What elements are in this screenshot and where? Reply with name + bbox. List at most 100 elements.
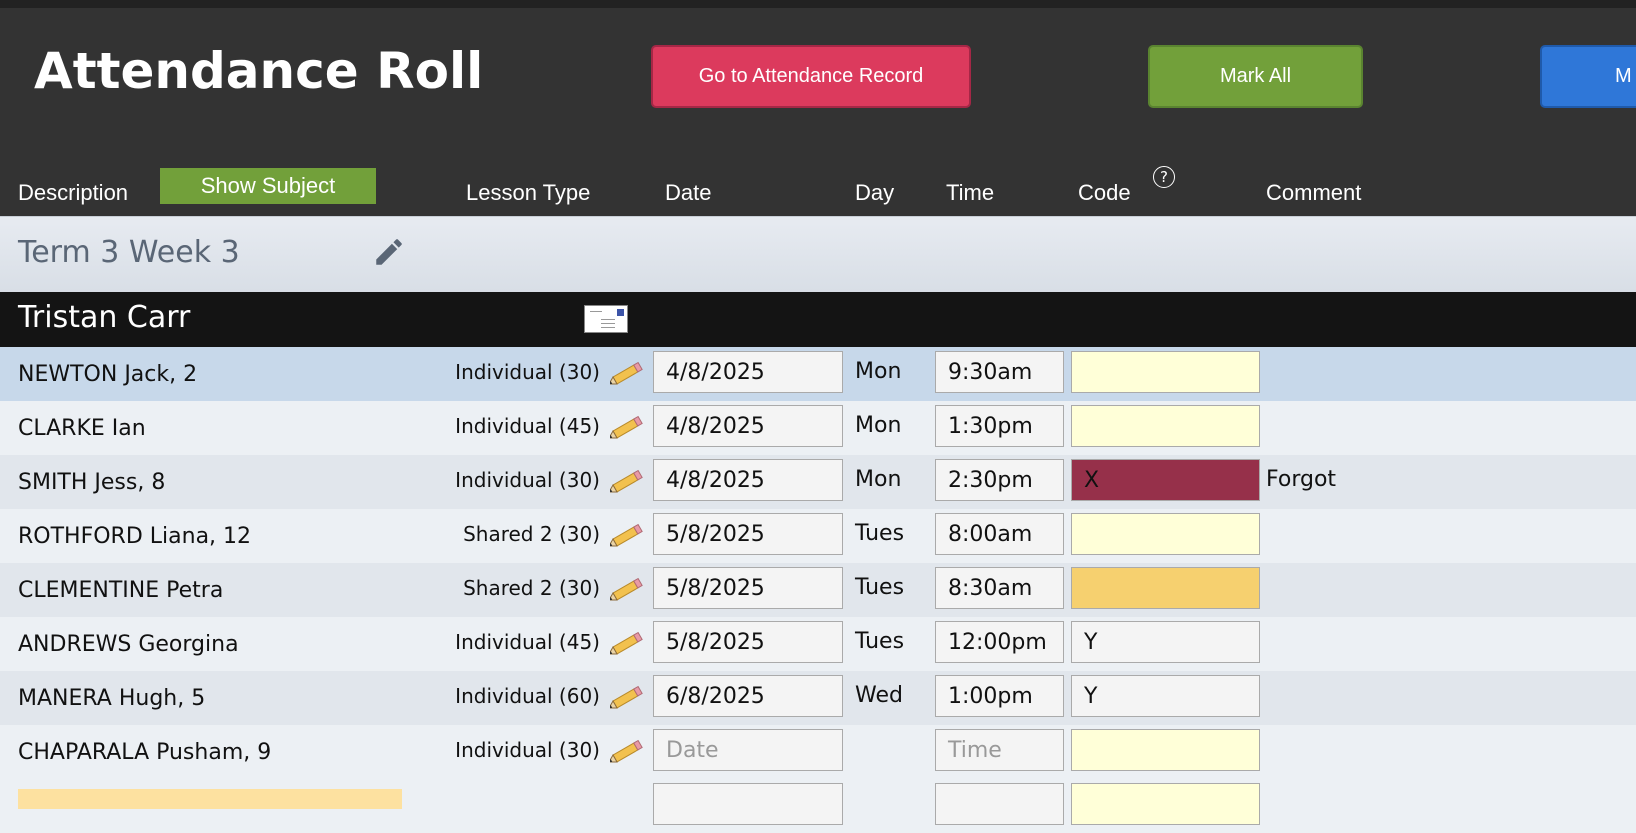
column-date: Date	[665, 180, 712, 205]
day-value: Mon	[855, 467, 902, 492]
time-value: 8:30am	[948, 575, 1033, 601]
code-field[interactable]: X	[1071, 459, 1260, 501]
time-field[interactable]: 2:30pm	[935, 459, 1064, 501]
code-field[interactable]	[1071, 729, 1260, 771]
column-lesson-type: Lesson Type	[466, 180, 591, 205]
day-value: Mon	[855, 413, 902, 438]
table-row[interactable]: ANDREWS Georgina Individual (45) 5/8/2025 T…	[0, 617, 1636, 671]
date-value: 4/8/2025	[666, 467, 765, 493]
code-field[interactable]	[1071, 405, 1260, 447]
lesson-type: Individual (45)	[455, 630, 600, 654]
student-name: ANDREWS Georgina	[18, 632, 239, 657]
attendance-rows: NEWTON Jack, 2 Individual (30) 4/8/2025 Mon…	[0, 347, 1636, 833]
table-row[interactable]: MANERA Hugh, 5 Individual (60) 6/8/2025 Wed…	[0, 671, 1636, 725]
comment-value[interactable]: Forgot	[1266, 467, 1336, 492]
code-field[interactable]	[1071, 567, 1260, 609]
code-field[interactable]: Y	[1071, 621, 1260, 663]
time-field[interactable]	[935, 783, 1064, 825]
edit-lesson-pencil-icon[interactable]	[608, 521, 646, 553]
lesson-type: Individual (45)	[455, 414, 600, 438]
date-field[interactable]: Date	[653, 729, 843, 771]
more-button[interactable]: M	[1540, 45, 1636, 108]
column-day: Day	[855, 180, 895, 205]
time-field[interactable]: 1:00pm	[935, 675, 1064, 717]
edit-lesson-pencil-icon[interactable]	[608, 737, 646, 769]
time-value: 2:30pm	[948, 467, 1033, 493]
student-name: MANERA Hugh, 5	[18, 686, 206, 711]
day-value: Tues	[855, 521, 905, 546]
date-field[interactable]: 5/8/2025	[653, 621, 843, 663]
time-field[interactable]: Time	[935, 729, 1064, 771]
time-field[interactable]: 8:30am	[935, 567, 1064, 609]
date-value: 5/8/2025	[666, 521, 765, 547]
help-icon[interactable]: ?	[1153, 166, 1175, 188]
edit-lesson-pencil-icon[interactable]	[608, 575, 646, 607]
code-field[interactable]: Y	[1071, 675, 1260, 717]
day-value: Mon	[855, 359, 902, 384]
time-field[interactable]: 9:30am	[935, 351, 1064, 393]
edit-pencil-icon[interactable]	[372, 235, 406, 273]
date-value: 4/8/2025	[666, 413, 765, 439]
lesson-type: Shared 2 (30)	[463, 576, 600, 600]
table-row[interactable]: CLARKE Ian Individual (45) 4/8/2025 Mon 1:30…	[0, 401, 1636, 455]
day-value: Tues	[855, 575, 905, 600]
teacher-name: Tristan Carr	[18, 300, 191, 335]
student-name: CLARKE Ian	[18, 416, 146, 441]
date-field[interactable]	[653, 783, 843, 825]
date-field[interactable]: 5/8/2025	[653, 567, 843, 609]
column-code: Code	[1078, 180, 1131, 205]
show-subject-button[interactable]: Show Subject	[160, 168, 376, 204]
date-value: 4/8/2025	[666, 359, 765, 385]
column-time: Time	[946, 180, 995, 205]
table-row[interactable]: CLEMENTINE Petra Shared 2 (30) 5/8/2025 Tue…	[0, 563, 1636, 617]
time-value: 1:30pm	[948, 413, 1033, 439]
edit-lesson-pencil-icon[interactable]	[608, 413, 646, 445]
date-field[interactable]: 4/8/2025	[653, 405, 843, 447]
code-field[interactable]	[1071, 351, 1260, 393]
code-field[interactable]	[1071, 783, 1260, 825]
term-week-bar: Term 3 Week 3	[0, 216, 1636, 293]
time-field[interactable]: 1:30pm	[935, 405, 1064, 447]
time-value: 8:00am	[948, 521, 1033, 547]
go-to-attendance-record-button[interactable]: Go to Attendance Record	[651, 45, 971, 108]
date-field[interactable]: 4/8/2025	[653, 459, 843, 501]
table-row[interactable]: NEWTON Jack, 2 Individual (30) 4/8/2025 Mon…	[0, 347, 1636, 401]
lesson-type: Individual (30)	[455, 738, 600, 762]
table-row[interactable]: CHAPARALA Pusham, 9 Individual (30) Date Ti…	[0, 725, 1636, 779]
time-field[interactable]: 8:00am	[935, 513, 1064, 555]
app-header: Attendance Roll Go to Attendance Record …	[0, 8, 1636, 216]
edit-lesson-pencil-icon[interactable]	[608, 359, 646, 391]
column-description: Description	[18, 180, 129, 205]
mark-all-button[interactable]: Mark All	[1148, 45, 1363, 108]
edit-lesson-pencil-icon[interactable]	[608, 683, 646, 715]
date-value: 5/8/2025	[666, 629, 765, 655]
time-value: 12:00pm	[948, 629, 1047, 655]
day-value: Tues	[855, 629, 905, 654]
student-name: CHAPARALA Pusham, 9	[18, 740, 272, 765]
time-value: 9:30am	[948, 359, 1033, 385]
day-value: Wed	[855, 683, 903, 708]
envelope-icon[interactable]	[584, 305, 628, 333]
lesson-type: Individual (60)	[455, 684, 600, 708]
table-row[interactable]: ROTHFORD Liana, 12 Shared 2 (30) 5/8/2025 T…	[0, 509, 1636, 563]
date-value: 5/8/2025	[666, 575, 765, 601]
table-row-partial	[0, 779, 1636, 833]
date-value: 6/8/2025	[666, 683, 765, 709]
date-field[interactable]: 4/8/2025	[653, 351, 843, 393]
code-field[interactable]	[1071, 513, 1260, 555]
edit-lesson-pencil-icon[interactable]	[608, 629, 646, 661]
date-field[interactable]: 5/8/2025	[653, 513, 843, 555]
date-placeholder: Date	[666, 737, 719, 763]
table-row[interactable]: SMITH Jess, 8 Individual (30) 4/8/2025 Mon 2…	[0, 455, 1636, 509]
time-placeholder: Time	[948, 737, 1002, 763]
student-name: ROTHFORD Liana, 12	[18, 524, 252, 549]
teacher-bar: Tristan Carr	[0, 292, 1636, 347]
code-value: Y	[1084, 683, 1098, 709]
date-field[interactable]: 6/8/2025	[653, 675, 843, 717]
page-title: Attendance Roll	[34, 42, 484, 100]
code-value: X	[1084, 467, 1100, 493]
time-field[interactable]: 12:00pm	[935, 621, 1064, 663]
student-name: SMITH Jess, 8	[18, 470, 166, 495]
code-value: Y	[1084, 629, 1098, 655]
edit-lesson-pencil-icon[interactable]	[608, 467, 646, 499]
